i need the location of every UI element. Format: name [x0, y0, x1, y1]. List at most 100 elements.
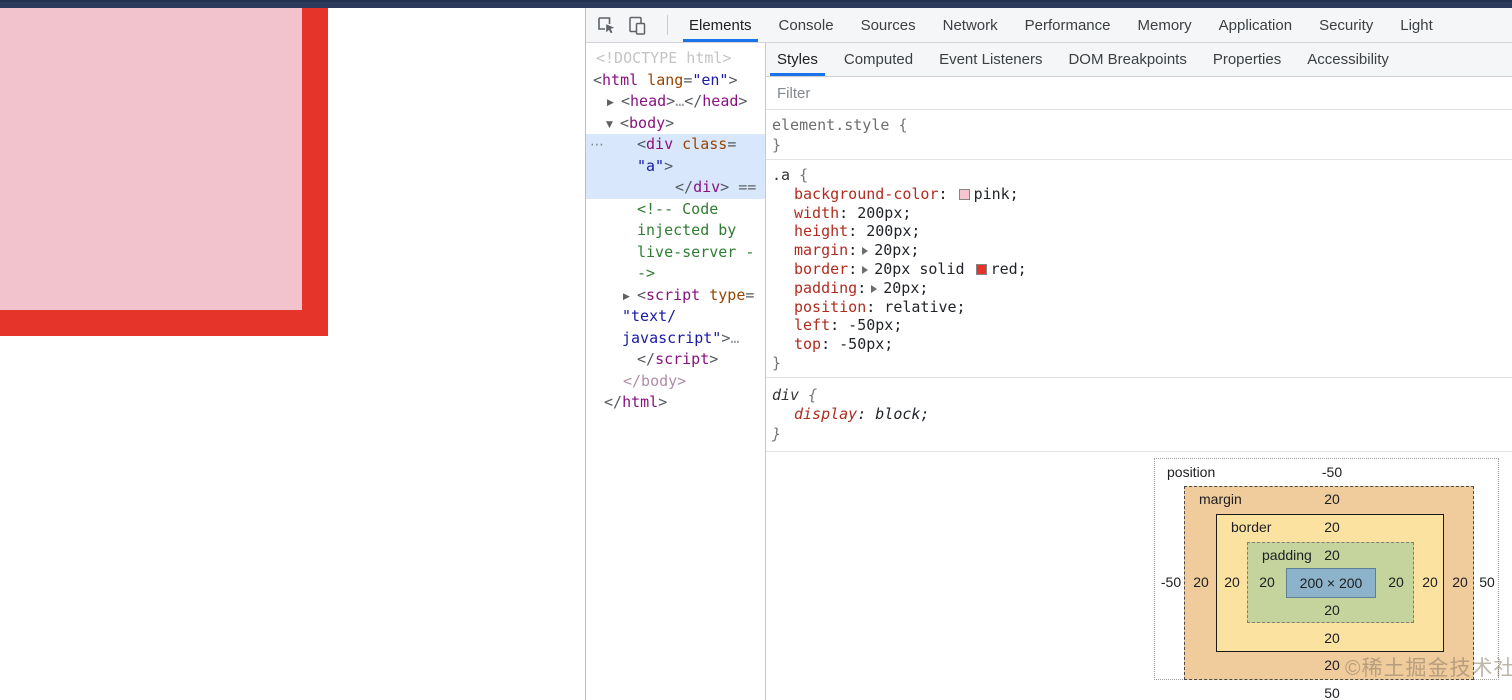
dom-line[interactable]: live-server -: [586, 242, 765, 264]
dom-line[interactable]: ▶ <head>…</head>: [586, 91, 765, 113]
dom-line[interactable]: "text/: [586, 306, 765, 328]
dom-line[interactable]: <html lang="en">: [586, 70, 765, 92]
token-p: <: [637, 135, 647, 153]
rule-class-a[interactable]: .a { background-color: pink; width: 200p…: [766, 160, 1512, 378]
css-property[interactable]: height: 200px;: [772, 222, 1512, 241]
css-property[interactable]: display: block;: [772, 405, 1512, 425]
padding-right-value[interactable]: 20: [1388, 574, 1404, 590]
position-left-value[interactable]: -50: [1161, 574, 1181, 590]
position-top-value[interactable]: -50: [1322, 464, 1342, 480]
tab-lighthouse[interactable]: Light: [1394, 8, 1439, 42]
token-p: </: [637, 350, 656, 368]
tab-performance[interactable]: Performance: [1019, 8, 1117, 42]
dom-line[interactable]: injected by: [586, 220, 765, 242]
border-bottom-value[interactable]: 20: [1324, 630, 1340, 646]
css-property[interactable]: width: 200px;: [772, 204, 1512, 223]
token-dim: </body>: [623, 371, 687, 390]
tab-security[interactable]: Security: [1313, 8, 1379, 42]
dom-line[interactable]: ▼ <body>: [586, 113, 765, 135]
dom-selected-node[interactable]: ⋯ <div class= "a"> </div> == $0: [586, 134, 765, 199]
border-right-value[interactable]: 20: [1422, 574, 1438, 590]
token-t: html: [622, 393, 659, 411]
dom-line[interactable]: ▶ <script type=: [586, 285, 765, 307]
tab-memory[interactable]: Memory: [1132, 8, 1198, 42]
tab-computed[interactable]: Computed: [837, 43, 920, 76]
token-val: 20px;: [883, 278, 929, 297]
token-sel: div: [772, 385, 809, 404]
rule-div-useragent[interactable]: div { display: block; }: [766, 378, 1512, 453]
token-p: <: [593, 70, 603, 89]
dom-line[interactable]: </script>: [586, 349, 765, 371]
rule-element-style[interactable]: element.style { }: [766, 110, 1512, 160]
token-p: >: [720, 178, 730, 196]
padding-left-value[interactable]: 20: [1259, 574, 1275, 590]
css-property[interactable]: border: 20px solid red;: [772, 260, 1512, 279]
dom-line[interactable]: </html>: [586, 392, 765, 414]
padding-bottom-value[interactable]: 20: [1324, 602, 1340, 618]
tab-network[interactable]: Network: [937, 8, 1004, 42]
dom-line[interactable]: </body>: [586, 371, 765, 393]
toolbar-divider: [667, 15, 668, 35]
inspect-icon[interactable]: [595, 14, 617, 36]
token-p: =: [745, 285, 755, 304]
css-property[interactable]: position: relative;: [772, 298, 1512, 317]
css-property[interactable]: margin: 20px;: [772, 241, 1512, 260]
token-p: >: [728, 70, 738, 89]
token-p: >: [738, 92, 748, 110]
token-p: =: [683, 70, 693, 89]
border-top-value[interactable]: 20: [1324, 519, 1340, 535]
styles-filter-input[interactable]: Filter: [766, 77, 1512, 110]
position-label: position: [1167, 464, 1216, 480]
padding-top-value[interactable]: 20: [1324, 547, 1340, 563]
device-toolbar-icon[interactable]: [626, 14, 648, 36]
node-overflow-menu-icon[interactable]: ⋯: [590, 135, 605, 157]
position-bottom-value[interactable]: 50: [1324, 685, 1340, 700]
dom-line[interactable]: </div> == $0: [586, 177, 765, 199]
tab-sources[interactable]: Sources: [855, 8, 922, 42]
css-selector-line[interactable]: .a {: [772, 166, 1512, 185]
tab-accessibility[interactable]: Accessibility: [1300, 43, 1396, 76]
margin-left-value[interactable]: 20: [1193, 574, 1209, 590]
token-p: >: [665, 113, 675, 132]
dom-line[interactable]: <div class=: [586, 134, 765, 156]
css-property[interactable]: top: -50px;: [772, 335, 1512, 354]
margin-right-value[interactable]: 20: [1452, 574, 1468, 590]
token-val: : -50px;: [821, 335, 894, 354]
tab-application[interactable]: Application: [1213, 8, 1298, 42]
token-val: :: [857, 278, 867, 297]
tab-event-listeners[interactable]: Event Listeners: [932, 43, 1049, 76]
dom-line[interactable]: <!-- Code: [586, 199, 765, 221]
token-val: :: [848, 241, 858, 260]
token-val: :: [848, 259, 858, 278]
token-v: javascript": [622, 328, 722, 347]
border-left-value[interactable]: 20: [1224, 574, 1240, 590]
css-property[interactable]: padding: 20px;: [772, 279, 1512, 298]
token-br: }: [772, 424, 782, 443]
token-p: >: [709, 350, 719, 368]
tab-elements[interactable]: Elements: [683, 8, 758, 42]
token-p: </: [675, 178, 694, 196]
token-n: left: [794, 316, 831, 335]
margin-bottom-value[interactable]: 20: [1324, 657, 1340, 673]
dom-line[interactable]: ->: [586, 263, 765, 285]
box-model-diagram[interactable]: position -50 margin 20 border 20 padding…: [1154, 458, 1499, 700]
token-n: display: [794, 405, 858, 424]
css-selector-line[interactable]: element.style {: [772, 116, 1512, 136]
token-a: lang: [638, 70, 684, 89]
tab-properties[interactable]: Properties: [1206, 43, 1288, 76]
token-val: : relative;: [866, 297, 966, 316]
css-property[interactable]: background-color: pink;: [772, 185, 1512, 204]
dom-line[interactable]: javascript">…: [586, 328, 765, 350]
token-val: 20px solid: [874, 259, 974, 278]
dom-line[interactable]: "a">: [586, 156, 765, 178]
tab-console[interactable]: Console: [773, 8, 840, 42]
tab-styles[interactable]: Styles: [770, 43, 825, 76]
css-property[interactable]: left: -50px;: [772, 316, 1512, 335]
position-right-value[interactable]: 50: [1479, 574, 1495, 590]
dom-line[interactable]: <!DOCTYPE html>: [586, 48, 765, 70]
margin-top-value[interactable]: 20: [1324, 491, 1340, 507]
content-box[interactable]: 200 × 200: [1286, 568, 1376, 598]
tab-dom-breakpoints[interactable]: DOM Breakpoints: [1061, 43, 1193, 76]
token-val: : 200px;: [848, 222, 921, 241]
css-selector-line[interactable]: div {: [772, 386, 1512, 406]
